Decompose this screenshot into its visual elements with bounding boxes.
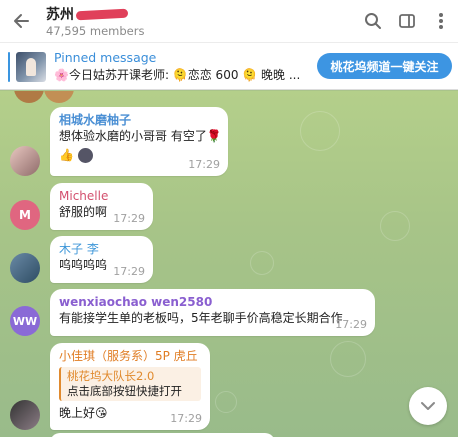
- message-text: 有能接学生单的老板吗，5年老聊手价高稳定长期合作: [59, 311, 343, 325]
- reply-preview[interactable]: 桃花坞大队长2.0 点击底部按钮快捷打开: [59, 367, 201, 401]
- message-time: 17:29: [113, 212, 145, 225]
- pinned-body: 🌸今日姑苏开课老师: 🫠恋恋 600 🫠 晚晚 ...: [54, 68, 301, 82]
- panel-icon: [399, 14, 415, 28]
- sender-name[interactable]: 木子 李: [59, 241, 144, 257]
- message-item[interactable]: 木子 李 呜呜呜呜 17:29: [10, 236, 153, 283]
- pinned-thumbnail: [16, 52, 46, 82]
- wallpaper-doodle: [250, 251, 274, 275]
- message-bubble[interactable]: 木子 李 呜呜呜呜 17:29: [50, 236, 153, 283]
- sender-name[interactable]: 相城水磨柚子: [59, 112, 219, 128]
- message-item[interactable]: 小佳琪（服务系）5P 虎丘 桃花坞大队长2.0 点击底部按钮快捷打开 晚上好😘 …: [10, 343, 210, 430]
- avatar[interactable]: [10, 253, 40, 283]
- wallpaper-doodle: [300, 111, 340, 151]
- message-time: 17:29: [188, 158, 220, 171]
- wallpaper-doodle: [215, 391, 237, 413]
- sender-name[interactable]: Michelle: [59, 188, 144, 204]
- message-time: 17:29: [113, 265, 145, 278]
- member-count: 47,595 members: [46, 23, 145, 38]
- pinned-action-button[interactable]: 桃花坞频道一键关注: [317, 53, 452, 79]
- message-bubble[interactable]: [50, 433, 275, 437]
- pinned-accent-line: [8, 52, 10, 82]
- avatar[interactable]: WW: [10, 306, 40, 336]
- avatar[interactable]: [14, 91, 44, 103]
- chevron-down-icon: [421, 402, 435, 410]
- back-button[interactable]: [0, 0, 44, 42]
- reply-text: 点击底部按钮快捷打开: [67, 384, 182, 398]
- avatar[interactable]: [10, 400, 40, 430]
- avatar[interactable]: [10, 146, 40, 176]
- more-options-button[interactable]: [424, 0, 458, 42]
- message-bubble[interactable]: Michelle 舒服的啊 17:29: [50, 183, 153, 230]
- message-bubble[interactable]: wenxiaochao wen2580 有能接学生单的老板吗，5年老聊手价高稳定…: [50, 289, 375, 336]
- wallpaper-doodle: [380, 211, 410, 241]
- chat-title: 苏州: [46, 7, 129, 24]
- redaction-scribble: [75, 8, 129, 21]
- thumbs-up-reaction[interactable]: 👍: [59, 148, 74, 162]
- message-text: 想体验水磨的小哥哥 有空了🌹: [59, 129, 222, 143]
- message-item[interactable]: WW wenxiaochao wen2580 有能接学生单的老板吗，5年老聊手价…: [10, 289, 375, 336]
- message-item[interactable]: M Michelle 舒服的啊 17:29: [10, 183, 153, 230]
- reaction-avatar: [77, 148, 93, 163]
- sender-name[interactable]: wenxiaochao wen2580: [59, 294, 366, 310]
- message-item[interactable]: 相城水磨柚子 想体验水磨的小哥哥 有空了🌹 👍 17:29: [10, 107, 228, 176]
- search-button[interactable]: [356, 0, 390, 42]
- message-time: 17:29: [335, 318, 367, 331]
- message-bubble[interactable]: 相城水磨柚子 想体验水磨的小哥哥 有空了🌹 👍 17:29: [50, 107, 228, 176]
- avatar[interactable]: M: [10, 200, 40, 230]
- pinned-title: Pinned message: [54, 50, 157, 65]
- chat-header: 苏州 47,595 members: [0, 0, 458, 42]
- chat-title-block[interactable]: 苏州 47,595 members: [44, 4, 356, 39]
- back-arrow-icon: [14, 14, 29, 28]
- sender-name[interactable]: 小佳琪（服务系）5P 虎丘: [59, 348, 201, 364]
- wallpaper-doodle: [330, 341, 366, 377]
- sidebar-toggle-button[interactable]: [390, 0, 424, 42]
- more-vertical-icon: [439, 13, 443, 29]
- chat-messages-area[interactable]: 相城水磨柚子 想体验水磨的小哥哥 有空了🌹 👍 17:29 M Michelle…: [0, 91, 458, 437]
- message-time: 17:29: [170, 412, 202, 425]
- avatar[interactable]: [44, 91, 74, 103]
- message-bubble[interactable]: 小佳琪（服务系）5P 虎丘 桃花坞大队长2.0 点击底部按钮快捷打开 晚上好😘 …: [50, 343, 210, 430]
- search-icon: [365, 13, 381, 29]
- scroll-to-bottom-button[interactable]: [409, 387, 447, 425]
- reply-sender: 桃花坞大队长2.0: [67, 369, 155, 383]
